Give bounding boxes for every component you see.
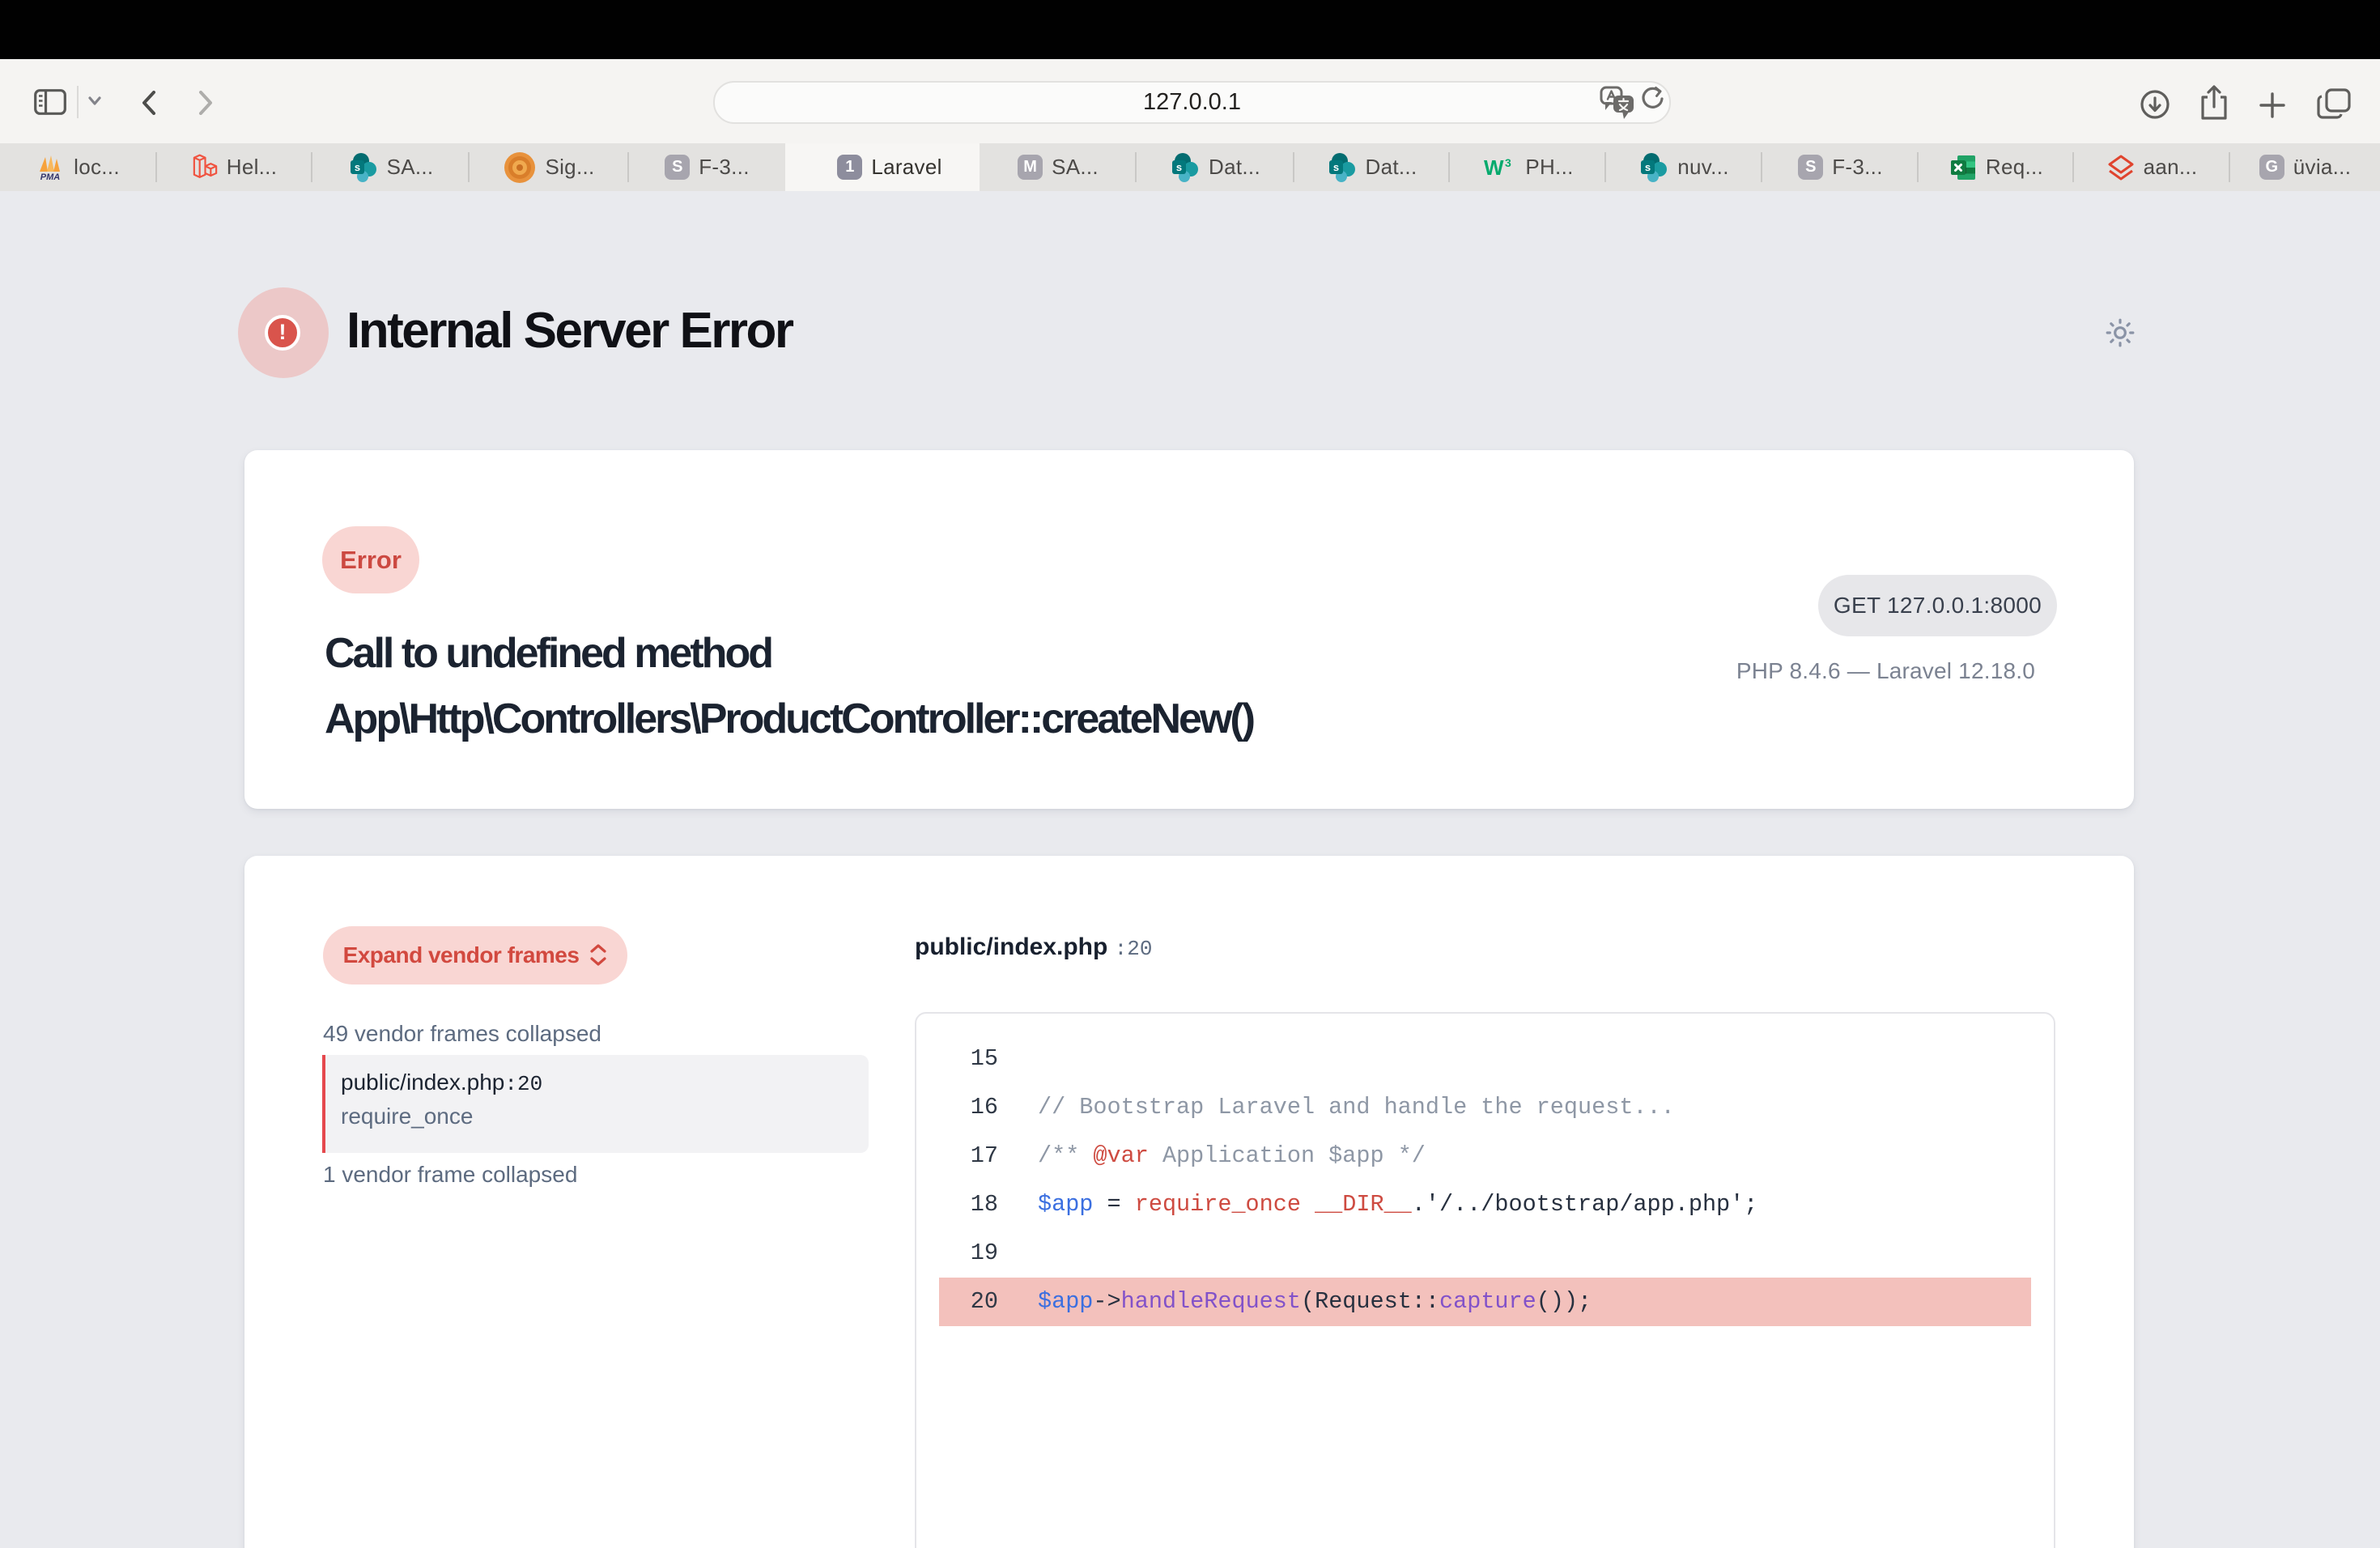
svg-text:3: 3 xyxy=(1505,156,1511,169)
svg-text:PMA: PMA xyxy=(40,172,61,181)
svg-text:s: s xyxy=(1332,161,1338,173)
svg-text:W: W xyxy=(1484,155,1504,180)
svg-text:s: s xyxy=(354,161,359,173)
svg-text:s: s xyxy=(1176,161,1182,173)
svg-text:s: s xyxy=(1645,161,1651,173)
